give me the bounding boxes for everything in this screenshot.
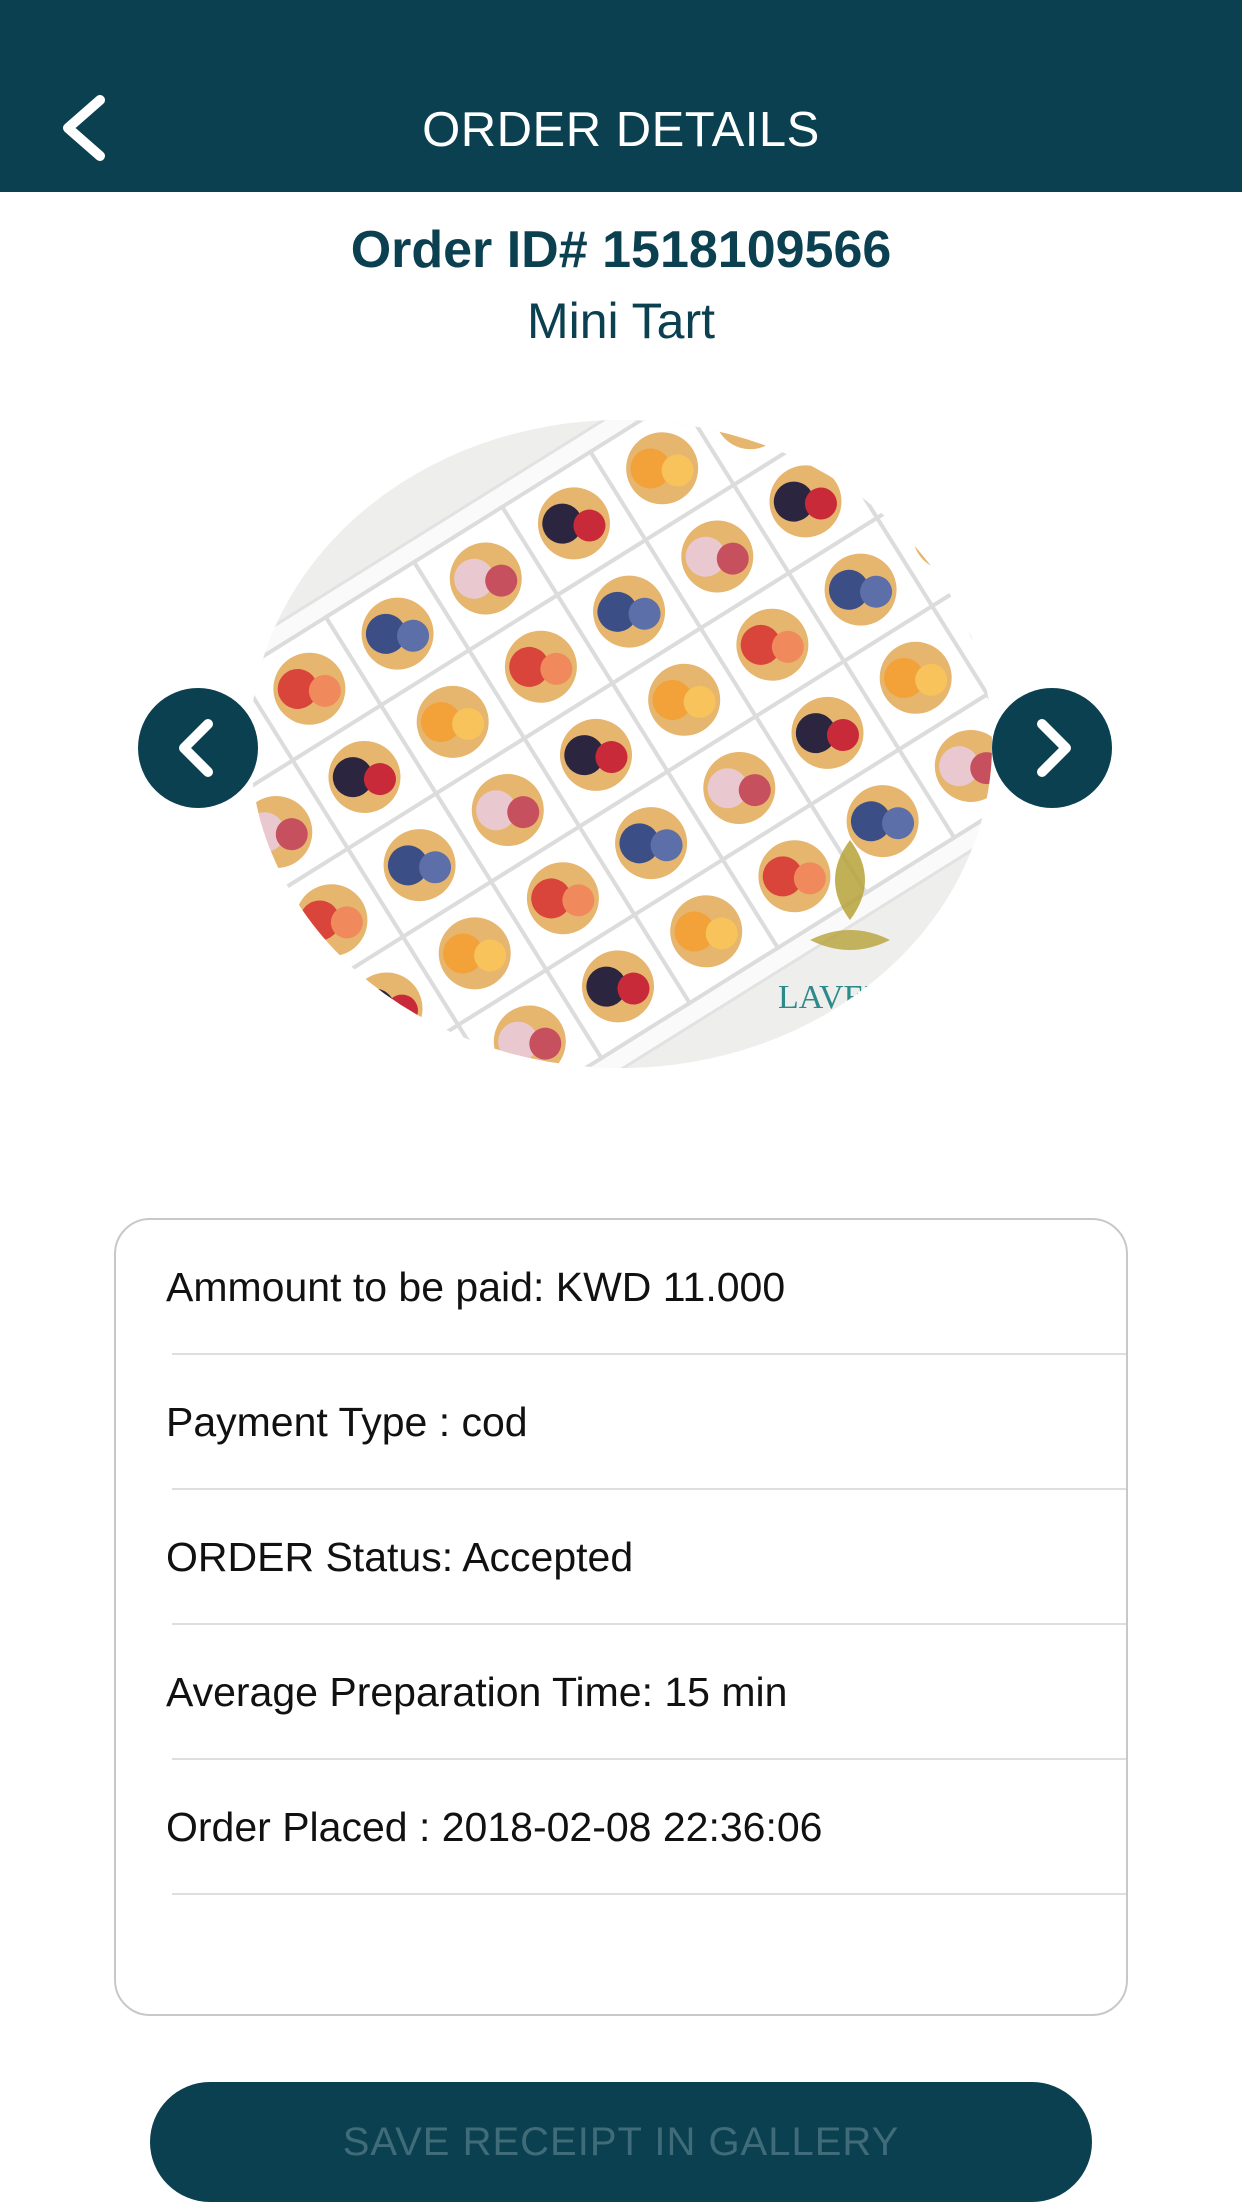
product-image: LAVEN — [250, 420, 992, 1068]
chevron-left-icon — [179, 719, 213, 777]
tart-compartment — [764, 420, 913, 433]
save-receipt-button[interactable]: SAVE RECEIPT IN GALLERY — [150, 2082, 1092, 2202]
product-name: Mini Tart — [526, 293, 715, 349]
row-divider — [172, 1893, 1126, 1895]
order-status-row: ORDER Status: Accepted — [116, 1490, 1126, 1625]
tart-fruit — [861, 426, 902, 467]
order-placed-text: Order Placed : 2018-02-08 22:36:06 — [166, 1804, 823, 1850]
tart-fruit — [893, 432, 926, 465]
payment-type-text: Payment Type : cod — [166, 1399, 528, 1445]
order-id: Order ID# 1518109566 — [350, 221, 892, 279]
carousel-prev-button[interactable] — [138, 688, 258, 808]
prep-time-text: Average Preparation Time: 15 min — [166, 1669, 788, 1715]
svg-text:LAVEN: LAVEN — [778, 979, 889, 1016]
tart-fruit — [948, 520, 981, 553]
amount-text: Ammount to be paid: KWD 11.000 — [166, 1264, 786, 1310]
prep-time-row: Average Preparation Time: 15 min — [116, 1625, 1126, 1760]
order-status-text: ORDER Status: Accepted — [166, 1534, 634, 1580]
tart-box-illustration: LAVEN — [250, 420, 992, 1068]
app-header: ORDER DETAILS — [0, 0, 1242, 192]
tart-crust — [405, 1060, 478, 1068]
carousel-next-button[interactable] — [992, 688, 1112, 808]
tart-fruit — [749, 420, 782, 432]
page-title: ORDER DETAILS — [422, 103, 820, 157]
amount-row: Ammount to be paid: KWD 11.000 — [116, 1220, 1126, 1355]
order-placed-row: Order Placed : 2018-02-08 22:36:06 — [116, 1760, 1126, 1895]
tart-crust — [857, 420, 930, 483]
chevron-right-icon — [1037, 719, 1071, 777]
payment-type-row: Payment Type : cod — [116, 1355, 1126, 1490]
order-details-card: Ammount to be paid: KWD 11.000 Payment T… — [114, 1218, 1128, 2016]
